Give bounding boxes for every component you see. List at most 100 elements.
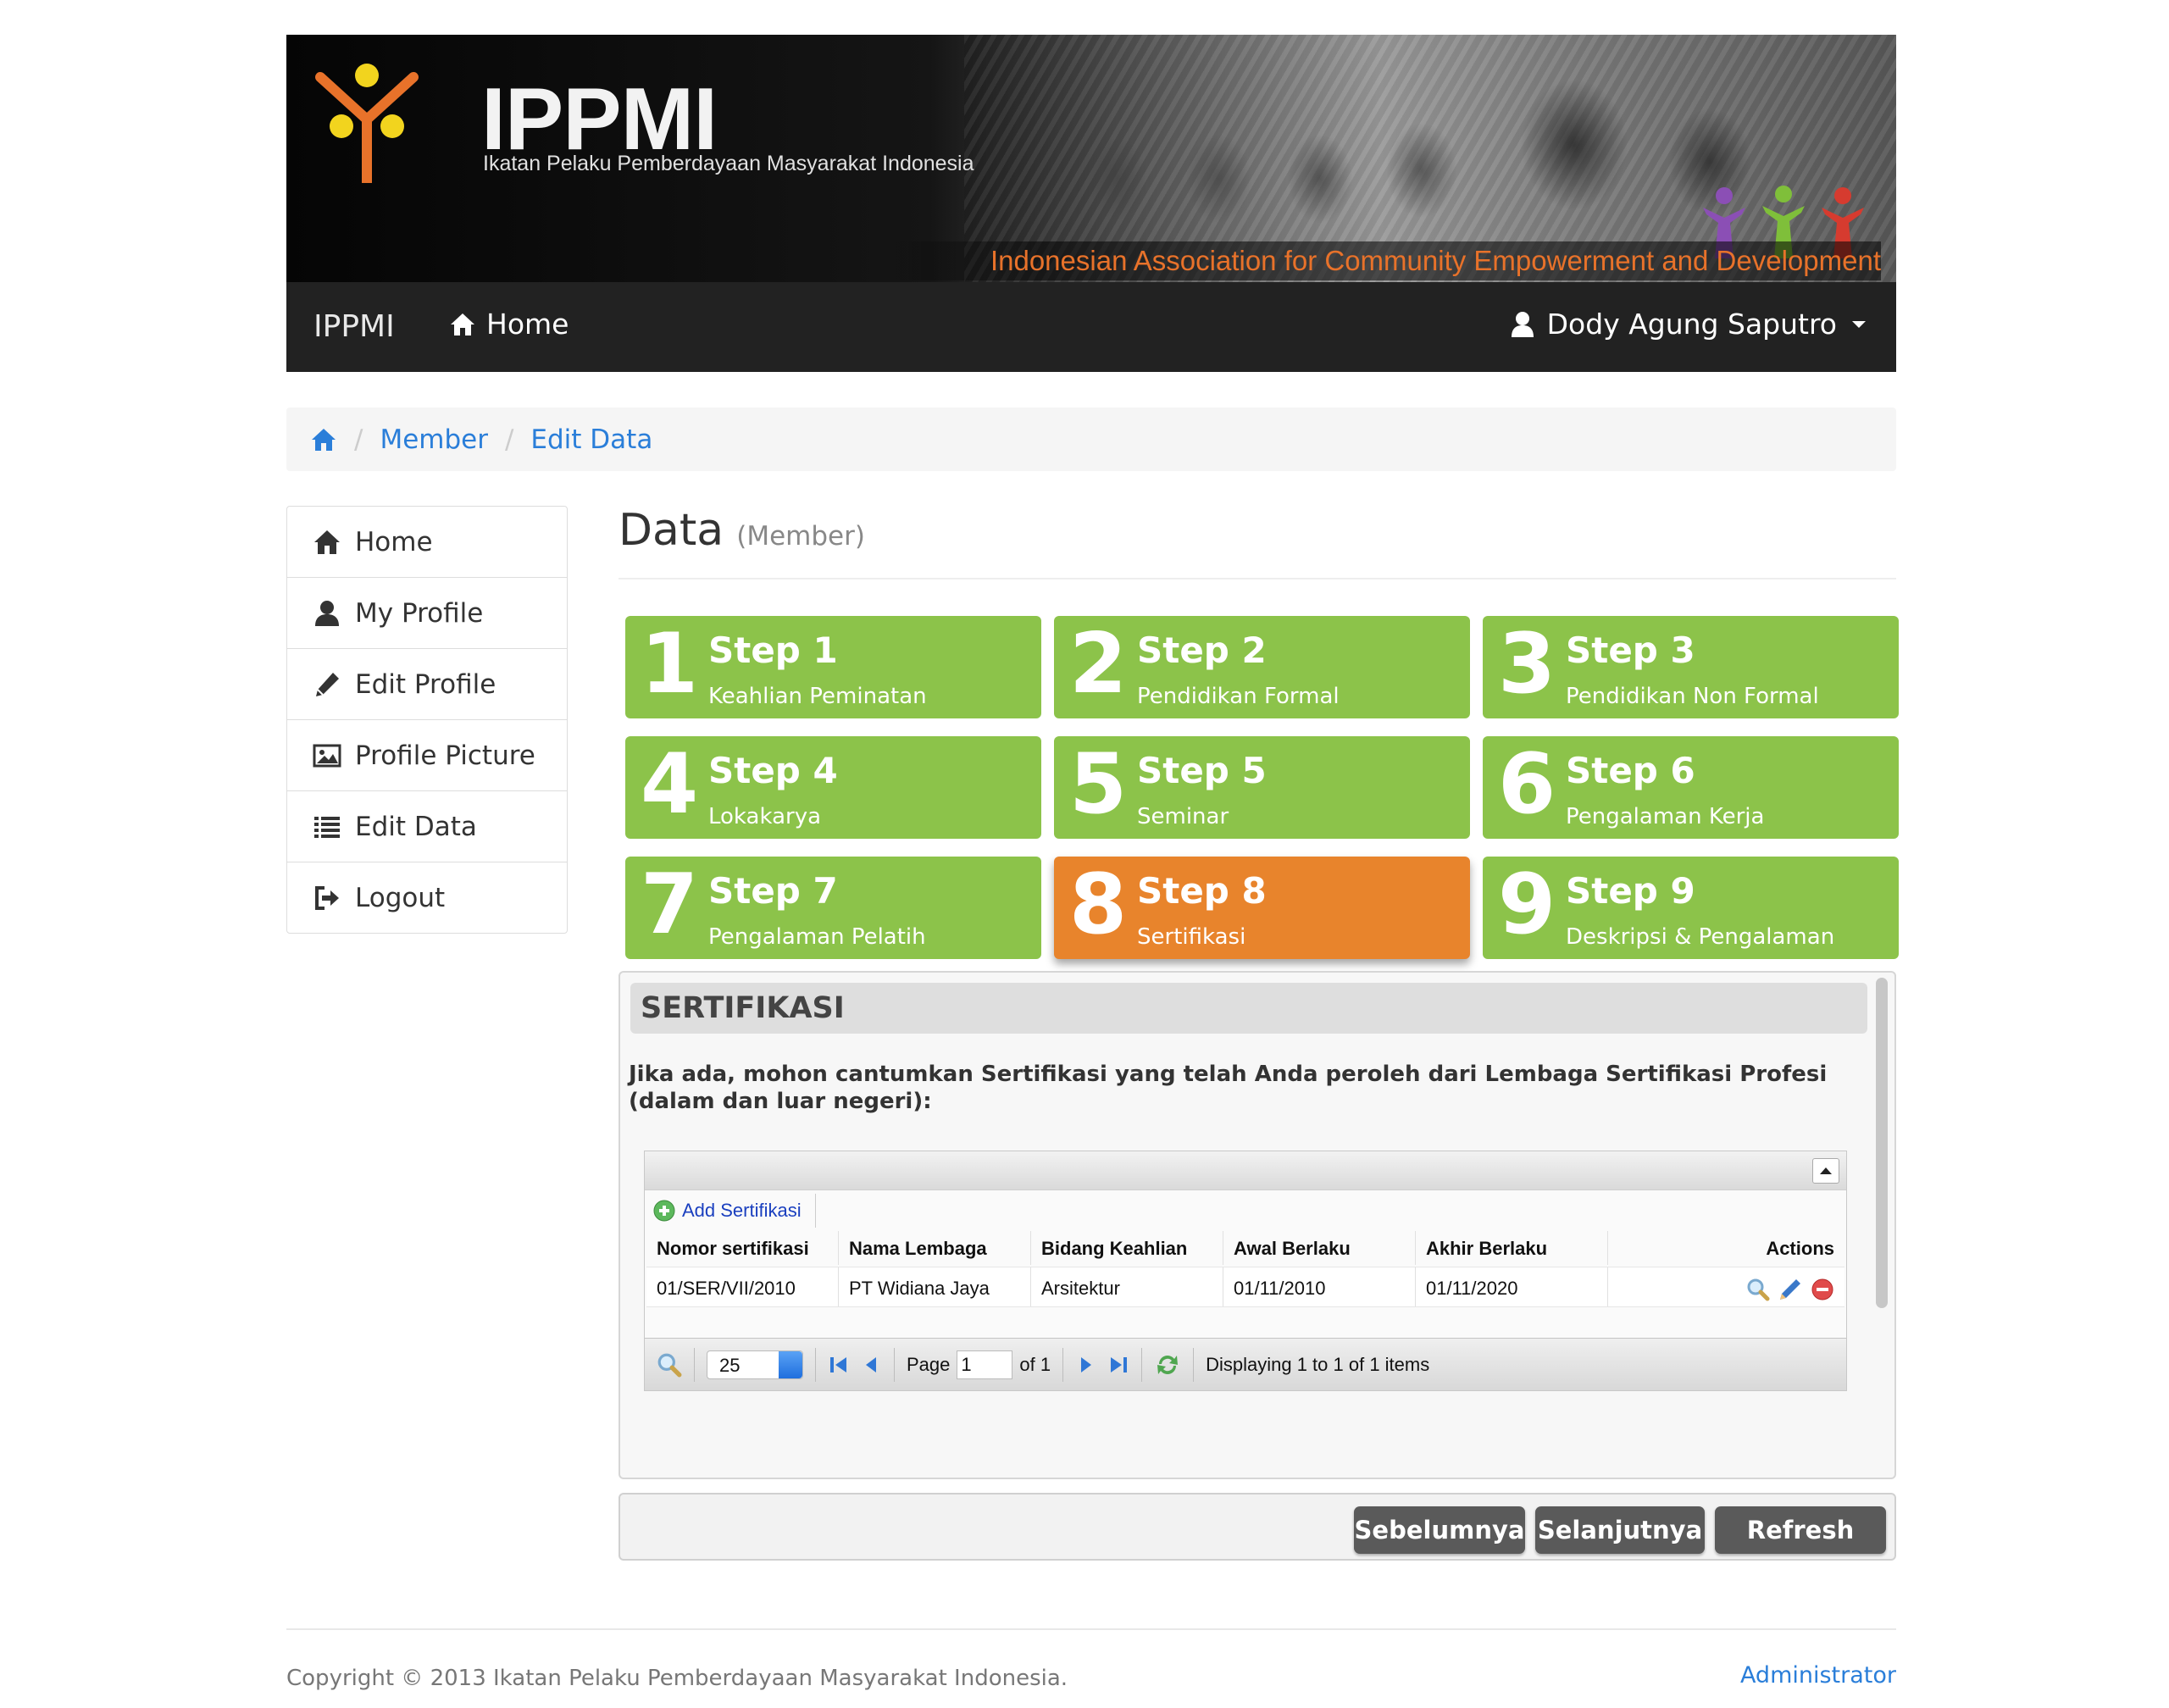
step-number: 1 xyxy=(641,616,699,713)
step-subtitle: Seminar xyxy=(1137,804,1229,829)
cell-actions xyxy=(1608,1267,1844,1306)
grid-toolbar: Add Sertifikasi xyxy=(645,1192,1846,1229)
step-tile-7[interactable]: 7 Step 7 Pengalaman Pelatih xyxy=(625,857,1041,959)
footer-copyright: Copyright © 2013 Ikatan Pelaku Pemberday… xyxy=(286,1666,1068,1691)
panel-scrollbar[interactable] xyxy=(1876,978,1888,1308)
step-tile-4[interactable]: 4 Step 4 Lokakarya xyxy=(625,736,1041,839)
sidebar-item-logout[interactable]: Logout xyxy=(286,862,568,934)
grid-pager: 25 Page 1 of 1 Displaying 1 to 1 of 1 it… xyxy=(645,1338,1846,1390)
view-magnifier-icon[interactable] xyxy=(1746,1278,1770,1301)
column-header-lembaga[interactable]: Nama Lembaga xyxy=(839,1231,1031,1265)
step-subtitle: Pendidikan Formal xyxy=(1137,684,1340,709)
sidebar-item-profile-picture[interactable]: Profile Picture xyxy=(286,719,568,791)
first-page-icon[interactable] xyxy=(828,1355,850,1375)
page-of-label: of 1 xyxy=(1019,1353,1051,1375)
step-tile-9[interactable]: 9 Step 9 Deskripsi & Pengalaman xyxy=(1483,857,1899,959)
column-header-bidang[interactable]: Bidang Keahlian xyxy=(1031,1231,1223,1265)
grid-collapse-button[interactable] xyxy=(1812,1158,1839,1184)
step-subtitle: Deskripsi & Pengalaman xyxy=(1566,924,1835,950)
ippmi-logo xyxy=(315,64,419,183)
previous-page-icon[interactable] xyxy=(862,1355,882,1375)
top-navbar: IPPMI Home Dody Agung Saputro xyxy=(286,282,1896,372)
step-tile-8-active[interactable]: 8 Step 8 Sertifikasi xyxy=(1054,857,1470,959)
navbar-home-label: Home xyxy=(486,308,569,341)
step-number: 4 xyxy=(641,736,699,833)
step-number: 6 xyxy=(1498,736,1556,833)
next-page-icon[interactable] xyxy=(1075,1355,1096,1375)
step-title: Step 7 xyxy=(708,870,838,912)
step-number: 7 xyxy=(641,857,699,953)
step-title: Step 5 xyxy=(1137,750,1267,791)
column-header-akhir[interactable]: Akhir Berlaku xyxy=(1416,1231,1608,1265)
list-icon xyxy=(314,816,340,838)
column-header-nomor[interactable]: Nomor sertifikasi xyxy=(646,1231,839,1265)
page-number-input[interactable]: 1 xyxy=(957,1350,1013,1379)
collapse-up-icon xyxy=(1820,1167,1832,1174)
breadcrumb-separator: / xyxy=(504,424,514,455)
add-sertifikasi-button[interactable]: Add Sertifikasi xyxy=(653,1194,816,1228)
pencil-icon xyxy=(316,672,339,696)
step-tile-1[interactable]: 1 Step 1 Keahlian Peminatan xyxy=(625,616,1041,718)
search-icon[interactable] xyxy=(657,1352,682,1378)
previous-button[interactable]: Sebelumnya xyxy=(1354,1506,1525,1554)
select-spinner-icon xyxy=(779,1350,802,1378)
home-icon xyxy=(314,530,340,554)
column-header-awal[interactable]: Awal Berlaku xyxy=(1223,1231,1416,1265)
step-tile-3[interactable]: 3 Step 3 Pendidikan Non Formal xyxy=(1483,616,1899,718)
header-banner: IPPMI Ikatan Pelaku Pemberdayaan Masyara… xyxy=(286,35,1896,282)
column-header-actions: Actions xyxy=(1766,1238,1834,1259)
step-subtitle: Lokakarya xyxy=(708,804,822,829)
user-name: Dody Agung Saputro xyxy=(1546,308,1837,341)
cell-awal: 01/11/2010 xyxy=(1223,1267,1416,1306)
breadcrumb: / Member / Edit Data xyxy=(286,408,1896,471)
navbar-brand[interactable]: IPPMI xyxy=(313,309,395,344)
next-button[interactable]: Selanjutnya xyxy=(1535,1506,1705,1554)
table-row[interactable]: 01/SER/VII/2010 PT Widiana Jaya Arsitekt… xyxy=(646,1267,1844,1307)
sidebar-item-label: My Profile xyxy=(355,597,484,629)
cell-bidang: Arsitektur xyxy=(1031,1267,1223,1306)
breadcrumb-edit-data-link[interactable]: Edit Data xyxy=(530,424,652,455)
sidebar-item-home[interactable]: Home xyxy=(286,506,568,578)
banner-brand-title: IPPMI xyxy=(481,70,718,169)
navbar-home-link[interactable]: Home xyxy=(449,308,569,341)
step-title: Step 4 xyxy=(708,750,838,791)
sidebar-item-label: Edit Data xyxy=(355,811,477,842)
edit-pencil-icon[interactable] xyxy=(1778,1278,1802,1301)
step-number: 5 xyxy=(1069,736,1128,833)
step-tile-2[interactable]: 2 Step 2 Pendidikan Formal xyxy=(1054,616,1470,718)
sidebar-item-my-profile[interactable]: My Profile xyxy=(286,577,568,649)
step-title: Step 2 xyxy=(1137,629,1267,671)
last-page-icon[interactable] xyxy=(1107,1355,1129,1375)
footer-divider xyxy=(286,1628,1896,1630)
step-subtitle: Sertifikasi xyxy=(1137,924,1246,950)
sidebar-menu: Home My Profile Edit Profile Profile Pic… xyxy=(286,506,568,934)
step-number: 8 xyxy=(1069,857,1128,953)
step-title: Step 6 xyxy=(1566,750,1695,791)
cell-nomor: 01/SER/VII/2010 xyxy=(646,1267,839,1306)
sertifikasi-panel: SERTIFIKASI Jika ada, mohon cantumkan Se… xyxy=(619,971,1896,1479)
page-size-select[interactable]: 25 xyxy=(707,1350,803,1379)
step-title: Step 1 xyxy=(708,629,838,671)
banner-caption: Indonesian Association for Community Emp… xyxy=(888,241,1881,280)
user-icon xyxy=(1511,311,1534,337)
user-menu-dropdown[interactable]: Dody Agung Saputro xyxy=(1510,308,1866,341)
sidebar-item-edit-data[interactable]: Edit Data xyxy=(286,790,568,862)
page-title: Data xyxy=(619,505,724,556)
sidebar-item-label: Home xyxy=(355,526,433,557)
refresh-button[interactable]: Refresh xyxy=(1715,1506,1886,1554)
section-title: SERTIFIKASI xyxy=(630,983,1867,1034)
breadcrumb-member-link[interactable]: Member xyxy=(380,424,488,455)
page-subtitle: (Member) xyxy=(736,521,865,552)
pager-status: Displaying 1 to 1 of 1 items xyxy=(1206,1353,1430,1375)
step-tile-6[interactable]: 6 Step 6 Pengalaman Kerja xyxy=(1483,736,1899,839)
sidebar-item-edit-profile[interactable]: Edit Profile xyxy=(286,648,568,720)
refresh-icon[interactable] xyxy=(1154,1352,1181,1378)
cell-akhir: 01/11/2020 xyxy=(1416,1267,1608,1306)
step-tile-5[interactable]: 5 Step 5 Seminar xyxy=(1054,736,1470,839)
delete-icon[interactable] xyxy=(1811,1278,1834,1301)
step-title: Step 3 xyxy=(1566,629,1695,671)
step-subtitle: Keahlian Peminatan xyxy=(708,684,927,709)
home-icon[interactable] xyxy=(310,427,337,452)
sidebar-item-label: Edit Profile xyxy=(355,668,496,700)
administrator-link[interactable]: Administrator xyxy=(1740,1662,1896,1689)
